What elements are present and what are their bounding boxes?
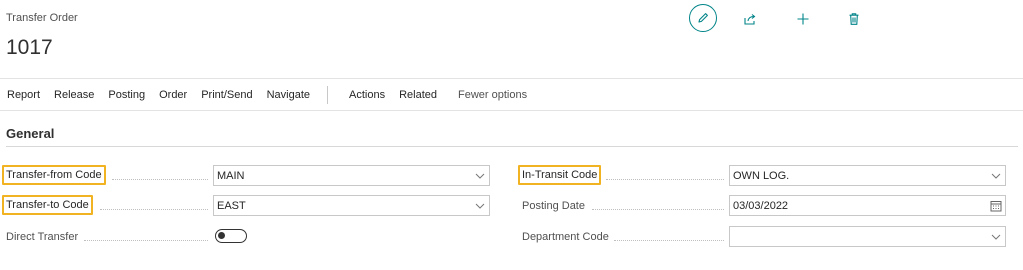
posting-date-value: 03/03/2022 <box>733 199 789 212</box>
pencil-icon <box>698 13 708 23</box>
menu-navigate[interactable]: Navigate <box>260 89 317 101</box>
posting-date-label: Posting Date <box>522 200 585 212</box>
header-divider <box>0 78 1023 79</box>
menu-posting[interactable]: Posting <box>101 89 152 101</box>
transfer-from-label: Transfer-from Code <box>2 165 106 185</box>
transfer-to-label: Transfer-to Code <box>2 195 93 215</box>
in-transit-value: OWN LOG. <box>733 169 790 182</box>
delete-button[interactable] <box>845 10 863 28</box>
leader-dots <box>592 209 724 210</box>
leader-dots <box>84 240 208 241</box>
chevron-down-icon[interactable] <box>987 166 1005 185</box>
leader-dots <box>100 209 208 210</box>
fewer-options-link[interactable]: Fewer options <box>451 89 534 101</box>
in-transit-field[interactable]: OWN LOG. <box>729 165 1006 186</box>
toggle-knob <box>218 232 225 239</box>
leader-dots <box>112 179 208 180</box>
new-button[interactable] <box>794 10 812 28</box>
leader-dots <box>606 179 724 180</box>
trash-icon <box>849 13 859 25</box>
section-title-general[interactable]: General <box>6 126 54 141</box>
share-icon <box>744 14 756 25</box>
posting-date-field[interactable]: 03/03/2022 <box>729 195 1006 216</box>
transfer-from-field[interactable]: MAIN <box>213 165 490 186</box>
share-button[interactable] <box>741 10 759 28</box>
chevron-down-icon[interactable] <box>471 196 489 215</box>
menu-divider <box>0 110 1023 111</box>
menu-related[interactable]: Related <box>392 89 444 101</box>
menu-report[interactable]: Report <box>0 89 47 101</box>
in-transit-label: In-Transit Code <box>518 165 602 185</box>
calendar-icon[interactable] <box>987 196 1005 215</box>
chevron-down-icon[interactable] <box>987 227 1005 246</box>
direct-transfer-toggle[interactable] <box>215 229 247 243</box>
transfer-to-field[interactable]: EAST <box>213 195 490 216</box>
menu-print-send[interactable]: Print/Send <box>194 89 259 101</box>
menu-release[interactable]: Release <box>47 89 101 101</box>
section-divider <box>6 146 1018 147</box>
department-code-label: Department Code <box>522 231 609 243</box>
direct-transfer-label: Direct Transfer <box>6 231 79 243</box>
edit-button[interactable] <box>689 4 717 32</box>
chevron-down-icon[interactable] <box>471 166 489 185</box>
department-code-field[interactable] <box>729 226 1006 247</box>
transfer-from-value: MAIN <box>217 169 245 182</box>
menu-order[interactable]: Order <box>152 89 194 101</box>
action-bar: Report Release Posting Order Print/Send … <box>0 80 534 110</box>
menu-actions[interactable]: Actions <box>342 89 392 101</box>
page-kind-label: Transfer Order <box>6 12 78 24</box>
record-number: 1017 <box>6 36 53 59</box>
leader-dots <box>614 240 724 241</box>
menu-separator <box>327 86 329 104</box>
transfer-to-value: EAST <box>217 199 246 212</box>
plus-icon <box>797 13 809 25</box>
